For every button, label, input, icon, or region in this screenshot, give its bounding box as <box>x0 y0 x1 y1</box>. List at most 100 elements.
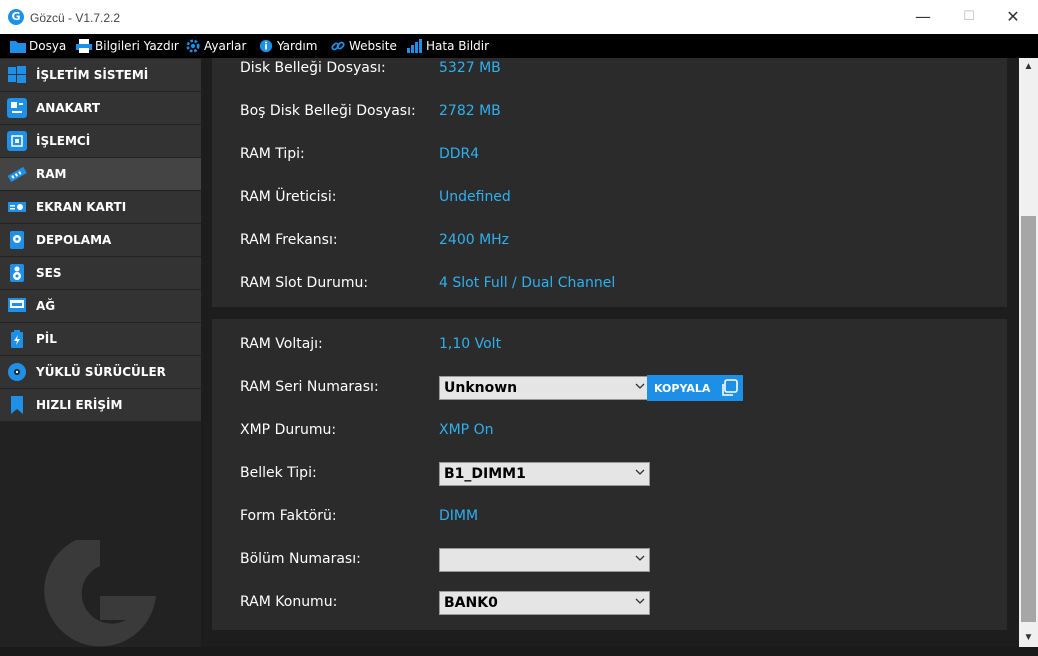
info-label: RAM Üreticisi: <box>240 189 337 205</box>
chevron-down-icon <box>635 555 645 561</box>
sidebar-item-sound[interactable]: SES <box>0 257 201 289</box>
menu-label: Website <box>349 39 397 53</box>
chevron-down-icon <box>635 598 645 604</box>
link-icon <box>331 41 345 51</box>
gpu-icon <box>7 197 27 217</box>
watermark-logo-icon <box>44 540 157 647</box>
scroll-up-arrow-icon[interactable]: ▲ <box>1023 61 1034 72</box>
select-value: BANK0 <box>444 595 498 611</box>
memory-type-select[interactable]: B1_DIMM1 <box>439 462 650 486</box>
sidebar-item-label: PİL <box>36 332 57 346</box>
menu-label: Yardım <box>277 39 318 53</box>
sidebar-item-gpu[interactable]: EKRAN KARTI <box>0 191 201 223</box>
windows-icon <box>7 65 27 85</box>
info-row: RAM Tipi: DDR4 <box>240 146 1000 166</box>
info-value: Undefined <box>439 189 511 205</box>
menu-report-bug[interactable]: Hata Bildir <box>407 38 489 54</box>
ram-location-select[interactable]: BANK0 <box>439 591 650 615</box>
sidebar-item-battery[interactable]: PİL <box>0 323 201 355</box>
motherboard-icon <box>7 98 27 118</box>
info-icon <box>259 39 273 53</box>
menu-dosya[interactable]: Dosya <box>10 38 66 54</box>
sidebar-item-network[interactable]: AĞ <box>0 290 201 322</box>
menu-label: Ayarlar <box>204 39 247 53</box>
ram-location-label: RAM Konumu: <box>240 594 338 610</box>
info-label: RAM Frekansı: <box>240 232 338 248</box>
form-factor-row: Form Faktörü: DIMM <box>240 508 1000 528</box>
menu-label: Dosya <box>29 39 67 53</box>
info-value: 2782 MB <box>439 103 501 119</box>
vertical-scrollbar[interactable]: ▲ ▼ <box>1019 58 1038 647</box>
cpu-icon <box>7 131 27 151</box>
menu-website[interactable]: Website <box>330 38 397 54</box>
memory-type-label: Bellek Tipi: <box>240 465 317 481</box>
sidebar-item-label: YÜKLÜ SÜRÜCÜLER <box>36 365 166 379</box>
form-factor-value: DIMM <box>439 508 479 524</box>
info-value: 2400 MHz <box>439 232 510 248</box>
menu-label: Hata Bildir <box>426 39 490 53</box>
network-icon <box>7 296 27 316</box>
sidebar-item-label: EKRAN KARTI <box>36 200 127 214</box>
xmp-value: XMP On <box>439 422 494 438</box>
xmp-label: XMP Durumu: <box>240 422 337 438</box>
maximize-button[interactable]: ☐ <box>946 0 992 34</box>
battery-icon <box>7 329 27 349</box>
scrollbar-thumb[interactable] <box>1021 216 1036 622</box>
print-icon <box>76 39 92 53</box>
sidebar-item-drivers[interactable]: YÜKLÜ SÜRÜCÜLER <box>0 356 201 388</box>
info-value: DDR4 <box>439 146 480 162</box>
sidebar-item-os[interactable]: İŞLETİM SİSTEMİ <box>0 59 201 91</box>
ram-details-panel: RAM Voltajı: 1,10 Volt RAM Seri Numarası… <box>212 319 1007 630</box>
close-button[interactable]: ✕ <box>990 0 1036 34</box>
info-row: Disk Belleği Dosyası: 5327 MB <box>240 60 1000 80</box>
speaker-icon <box>7 263 27 283</box>
info-row: RAM Üreticisi: Undefined <box>240 189 1000 209</box>
menu-bar: Dosya Bilgileri Yazdır Ayarlar Yardım We… <box>0 34 1038 58</box>
sidebar-item-label: DEPOLAMA <box>36 233 112 247</box>
serial-number-select[interactable]: Unknown <box>439 376 650 400</box>
info-row: RAM Frekansı: 2400 MHz <box>240 232 1000 252</box>
window-title: Gözcü - V1.7.2.2 <box>30 11 121 25</box>
part-number-select[interactable] <box>439 548 650 572</box>
ram-info-panel: Disk Belleği Dosyası: 5327 MB Boş Disk B… <box>212 58 1007 307</box>
voltage-row: RAM Voltajı: 1,10 Volt <box>240 336 1000 356</box>
menu-print[interactable]: Bilgileri Yazdır <box>76 38 179 54</box>
sidebar-item-label: İŞLETİM SİSTEMİ <box>36 68 149 82</box>
main-content: Disk Belleği Dosyası: 5327 MB Boş Disk B… <box>201 58 1019 647</box>
title-bar: G Gözcü - V1.7.2.2 — ☐ ✕ <box>0 0 1038 34</box>
info-label: Disk Belleği Dosyası: <box>240 60 386 76</box>
chevron-down-icon <box>635 469 645 475</box>
sidebar-item-storage[interactable]: DEPOLAMA <box>0 224 201 256</box>
info-value: 4 Slot Full / Dual Channel <box>439 275 616 291</box>
menu-label: Bilgileri Yazdır <box>95 39 179 53</box>
serial-label: RAM Seri Numarası: <box>240 379 379 395</box>
app-logo-icon: G <box>8 9 24 25</box>
copy-label: KOPYALA <box>654 381 711 395</box>
copy-icon <box>722 379 738 396</box>
sidebar-item-cpu[interactable]: İŞLEMCİ <box>0 125 201 157</box>
info-value: 5327 MB <box>439 60 501 76</box>
sidebar-item-ram[interactable]: RAM <box>0 158 201 190</box>
info-label: Boş Disk Belleği Dosyası: <box>240 103 416 119</box>
storage-icon <box>7 230 27 250</box>
chevron-down-icon <box>635 383 645 389</box>
voltage-value: 1,10 Volt <box>439 336 502 352</box>
voltage-label: RAM Voltajı: <box>240 336 323 352</box>
copy-button[interactable]: KOPYALA <box>647 375 743 401</box>
info-label: RAM Slot Durumu: <box>240 275 369 291</box>
sidebar: İŞLETİM SİSTEMİ ANAKART İŞLEMCİ RAM EKRA… <box>0 58 201 647</box>
info-row: Boş Disk Belleği Dosyası: 2782 MB <box>240 103 1000 123</box>
sidebar-item-label: SES <box>36 266 62 280</box>
part-number-label: Bölüm Numarası: <box>240 551 361 567</box>
scroll-down-arrow-icon[interactable]: ▼ <box>1023 632 1034 643</box>
menu-help[interactable]: Yardım <box>258 38 317 54</box>
select-value: Unknown <box>444 380 518 396</box>
minimize-button[interactable]: — <box>900 0 946 34</box>
menu-settings[interactable]: Ayarlar <box>185 38 246 54</box>
form-factor-label: Form Faktörü: <box>240 508 337 524</box>
sidebar-item-label: HIZLI ERİŞİM <box>36 398 123 412</box>
sidebar-item-label: İŞLEMCİ <box>36 134 91 148</box>
sidebar-item-motherboard[interactable]: ANAKART <box>0 92 201 124</box>
sidebar-item-quick-access[interactable]: HIZLI ERİŞİM <box>0 389 201 421</box>
info-row: RAM Slot Durumu: 4 Slot Full / Dual Chan… <box>240 275 1000 295</box>
